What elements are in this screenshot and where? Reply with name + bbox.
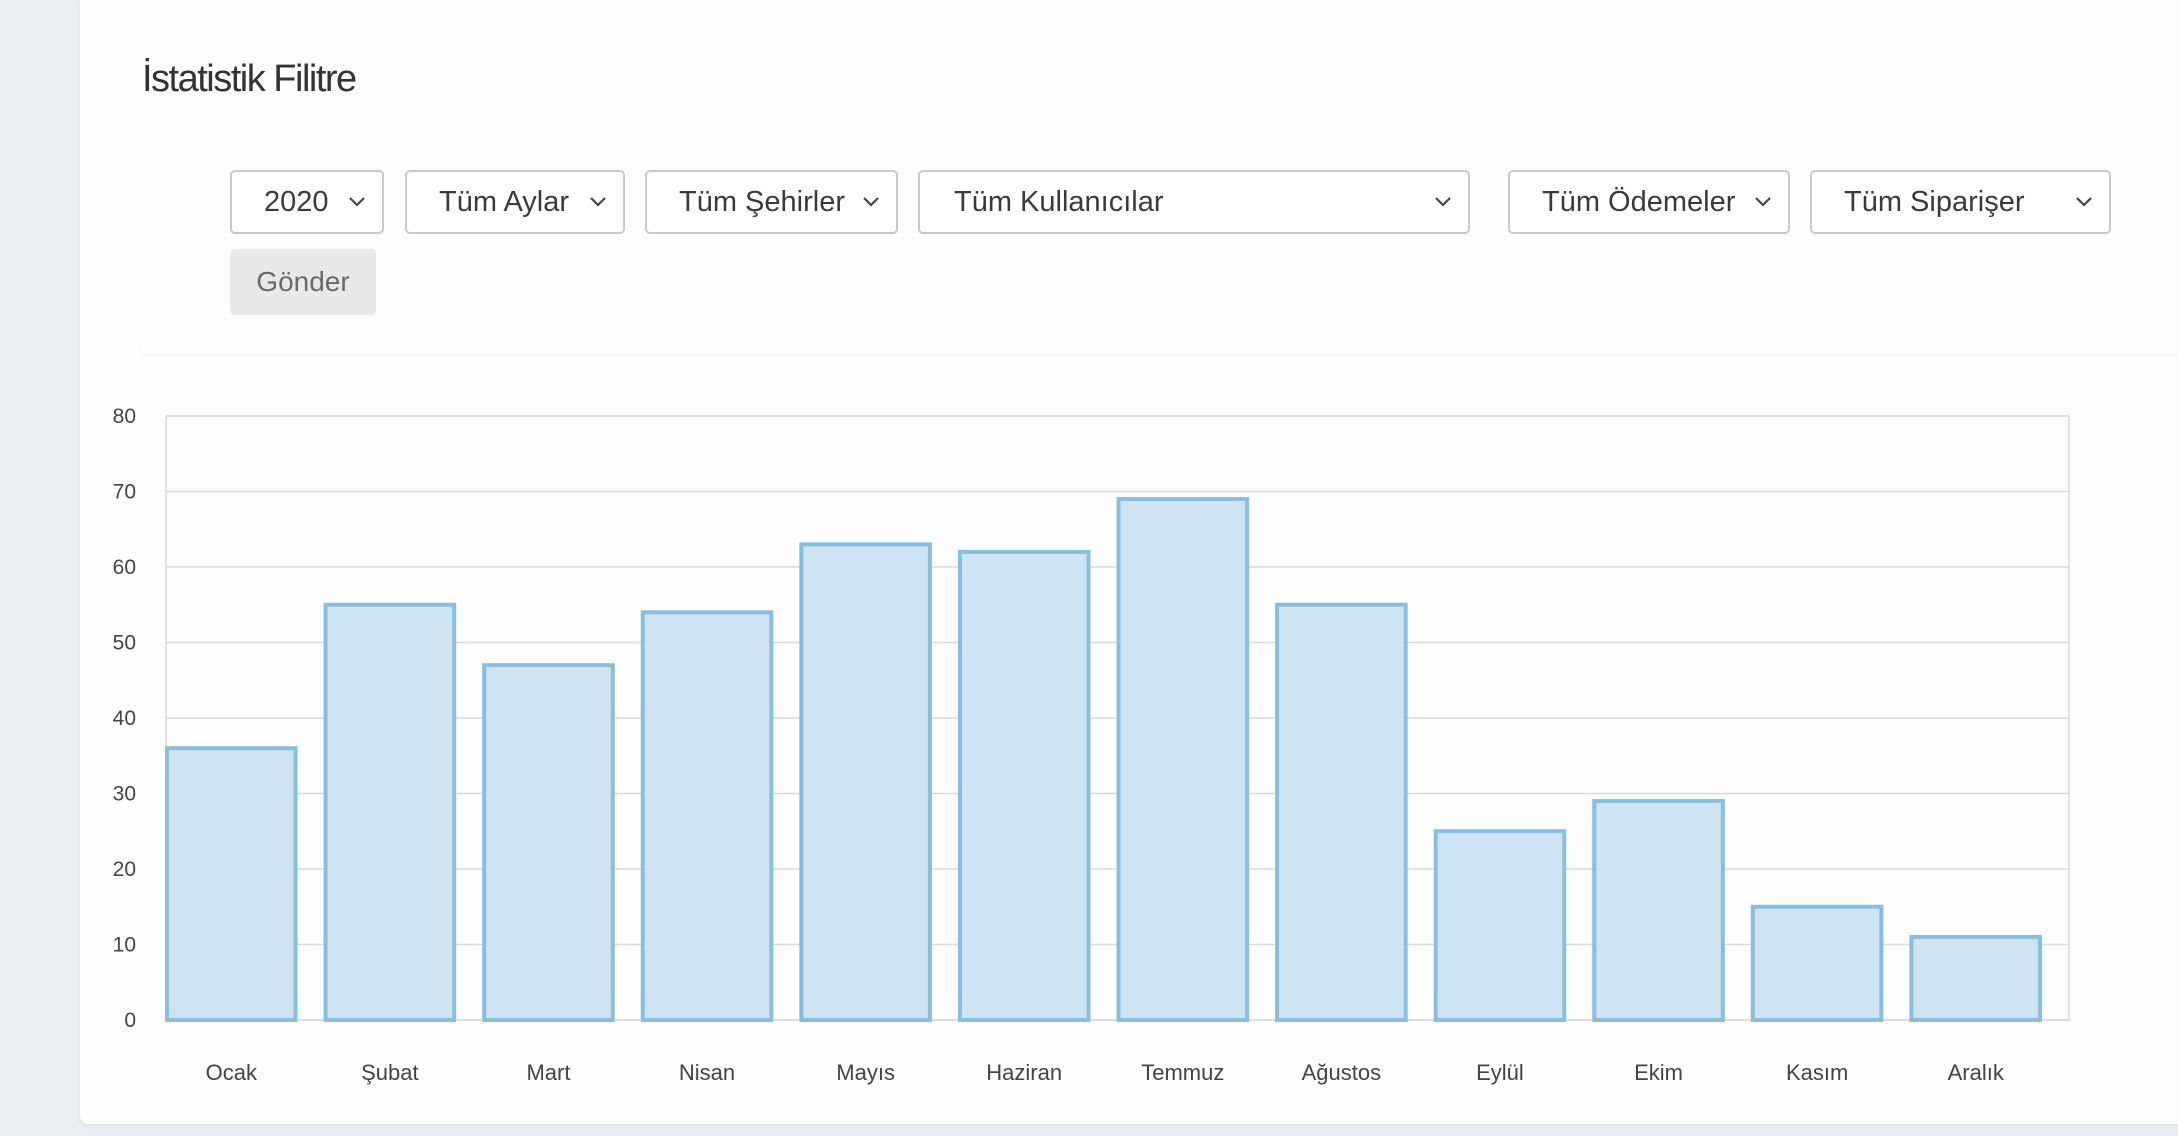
- x-category-label: Mayıs: [836, 1060, 895, 1085]
- bar: [957, 549, 1091, 1023]
- x-category-label: Eylül: [1476, 1060, 1524, 1085]
- bar: [799, 542, 932, 1022]
- y-tick-label: 0: [124, 1009, 136, 1032]
- y-tick-label: 50: [113, 632, 136, 655]
- bar: [640, 610, 774, 1022]
- y-tick-label: 20: [113, 858, 136, 881]
- x-category-label: Temmuz: [1141, 1060, 1224, 1085]
- y-tick-label: 40: [113, 707, 136, 730]
- bar: [1750, 904, 1884, 1022]
- y-tick-label: 60: [113, 556, 136, 579]
- x-category-label: Ocak: [206, 1060, 258, 1085]
- x-category-label: Aralık: [1948, 1060, 2005, 1085]
- bar: [1275, 602, 1408, 1022]
- bar: [1592, 799, 1725, 1022]
- monthly-bar-chart: 0 10 20 30 40 50 60 70 80 Ocak Şubat Mart Nisan Mayıs…: [113, 405, 2070, 1085]
- bar: [165, 746, 298, 1022]
- y-tick-label: 70: [113, 481, 136, 504]
- y-tick-label: 30: [113, 783, 136, 806]
- bar: [482, 663, 615, 1023]
- x-category-label: Şubat: [361, 1060, 419, 1085]
- x-category-label: Kasım: [1786, 1060, 1848, 1085]
- bar: [1909, 934, 2042, 1023]
- bar: [323, 602, 457, 1022]
- x-category-label: Haziran: [986, 1060, 1062, 1085]
- bar: [1433, 829, 1567, 1022]
- x-category-label: Ağustos: [1302, 1060, 1382, 1085]
- y-tick-label: 80: [113, 405, 136, 428]
- y-tick-label: 10: [113, 934, 136, 957]
- x-category-label: Ekim: [1634, 1060, 1683, 1085]
- x-category-label: Mart: [526, 1060, 570, 1085]
- bar: [1116, 497, 1250, 1022]
- x-category-label: Nisan: [679, 1060, 735, 1085]
